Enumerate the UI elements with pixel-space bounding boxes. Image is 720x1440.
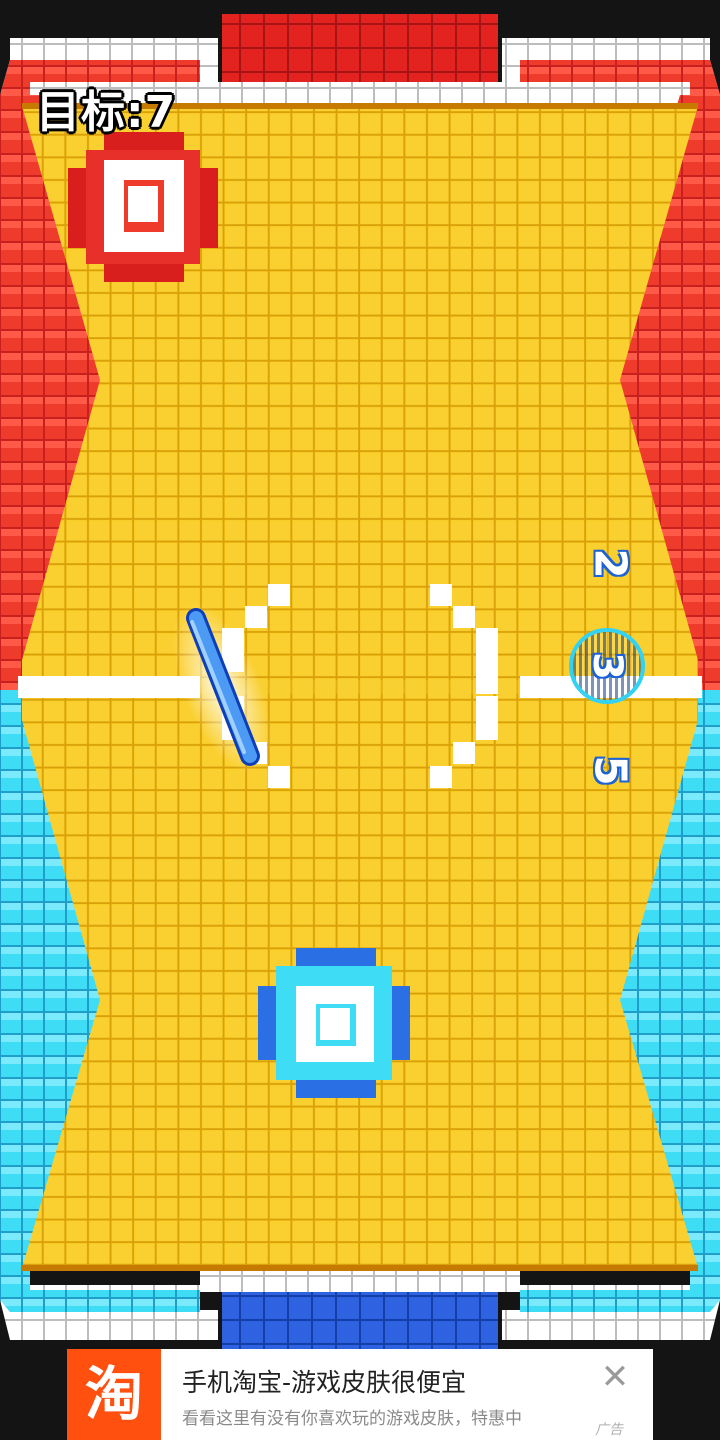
score-bottom: 5 [584, 755, 636, 786]
blue-goal-block [222, 1292, 498, 1350]
ad-title[interactable]: 手机淘宝-游戏皮肤很便宜 [182, 1363, 466, 1399]
ad-subtitle: 看看这里有没有你喜欢玩的游戏皮肤，特惠中 [182, 1409, 522, 1429]
blue-target-icon [258, 948, 410, 1098]
score-center: 3 [584, 652, 630, 680]
target-goal-label: 目标:7 [36, 87, 177, 138]
close-icon[interactable]: ✕ [597, 1359, 633, 1395]
red-goal-block [222, 14, 498, 84]
red-target-icon [68, 132, 218, 282]
game-board[interactable] [0, 0, 720, 1440]
ad-banner[interactable]: 淘 手机淘宝-游戏皮肤很便宜 看看这里有没有你喜欢玩的游戏皮肤，特惠中 ✕ 广告 [67, 1349, 653, 1440]
score-top: 2 [584, 548, 636, 579]
taobao-logo-icon[interactable]: 淘 [67, 1349, 161, 1440]
ad-tag: 广告 [595, 1422, 623, 1438]
